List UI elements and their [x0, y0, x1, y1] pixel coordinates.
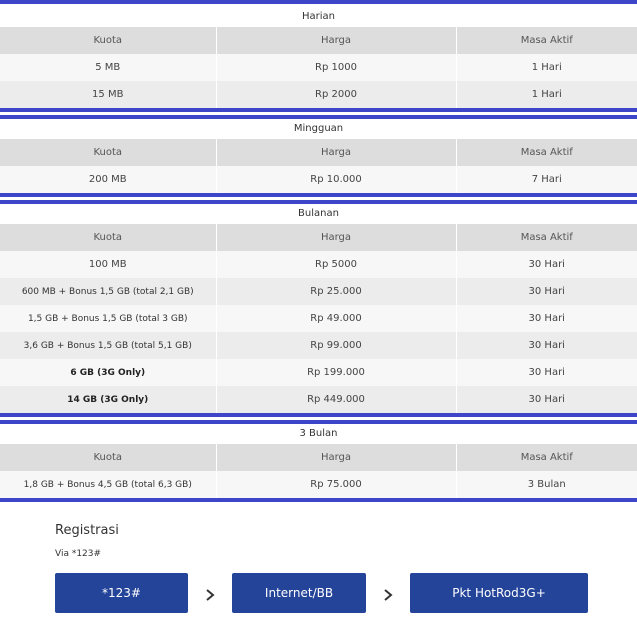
chevron-right-icon: [206, 589, 215, 601]
table-header-row: Kuota Harga Masa Aktif: [0, 139, 637, 166]
cell-harga: Rp 49.000: [216, 305, 457, 332]
table-header-row: Kuota Harga Masa Aktif: [0, 27, 637, 54]
column-header-kuota: Kuota: [0, 444, 217, 471]
section-harian: Harian Kuota Harga Masa Aktif 5 MB Rp 10…: [0, 0, 637, 108]
table-row: 600 MB + Bonus 1,5 GB (total 2,1 GB) Rp …: [0, 278, 637, 305]
cell-masa-aktif: 30 Hari: [456, 305, 637, 332]
cell-harga: Rp 1000: [216, 54, 457, 81]
cell-kuota: 100 MB: [0, 251, 217, 278]
cell-harga: Rp 75.000: [216, 471, 457, 498]
table-row: 3,6 GB + Bonus 1,5 GB (total 5,1 GB) Rp …: [0, 332, 637, 359]
section-title: Bulanan: [0, 204, 637, 224]
column-header-harga: Harga: [216, 224, 457, 251]
divider-bar: [0, 498, 637, 502]
cell-masa-aktif: 30 Hari: [456, 386, 637, 413]
cell-kuota: 5 MB: [0, 54, 217, 81]
table-row: 200 MB Rp 10.000 7 Hari: [0, 166, 637, 193]
column-header-masa-aktif: Masa Aktif: [456, 27, 637, 54]
cell-harga: Rp 25.000: [216, 278, 457, 305]
cell-kuota: 3,6 GB + Bonus 1,5 GB (total 5,1 GB): [0, 332, 217, 359]
section-3-bulan: 3 Bulan Kuota Harga Masa Aktif 1,8 GB + …: [0, 413, 637, 502]
section-title: 3 Bulan: [0, 424, 637, 444]
table-row: 15 MB Rp 2000 1 Hari: [0, 81, 637, 108]
cell-harga: Rp 10.000: [216, 166, 457, 193]
step-button-internet-bb[interactable]: Internet/BB: [232, 573, 366, 613]
table-row: 14 GB (3G Only) Rp 449.000 30 Hari: [0, 386, 637, 413]
column-header-masa-aktif: Masa Aktif: [456, 444, 637, 471]
cell-masa-aktif: 30 Hari: [456, 332, 637, 359]
section-title: Harian: [0, 7, 637, 27]
column-header-harga: Harga: [216, 27, 457, 54]
cell-kuota: 1,8 GB + Bonus 4,5 GB (total 6,3 GB): [0, 471, 217, 498]
cell-kuota: 200 MB: [0, 166, 217, 193]
cell-harga: Rp 5000: [216, 251, 457, 278]
cell-harga: Rp 99.000: [216, 332, 457, 359]
cell-masa-aktif: 1 Hari: [456, 54, 637, 81]
step-button-pkt-hotrod[interactable]: Pkt HotRod3G+: [410, 573, 588, 613]
column-header-kuota: Kuota: [0, 139, 217, 166]
section-bulanan: Bulanan Kuota Harga Masa Aktif 100 MB Rp…: [0, 193, 637, 413]
table-row: 6 GB (3G Only) Rp 199.000 30 Hari: [0, 359, 637, 386]
cell-harga: Rp 199.000: [216, 359, 457, 386]
chevron-right-icon: [384, 589, 393, 601]
column-header-masa-aktif: Masa Aktif: [456, 139, 637, 166]
price-table: Kuota Harga Masa Aktif 200 MB Rp 10.000 …: [0, 139, 637, 193]
section-title: Mingguan: [0, 119, 637, 139]
price-table: Kuota Harga Masa Aktif 1,8 GB + Bonus 4,…: [0, 444, 637, 498]
table-row: 1,5 GB + Bonus 1,5 GB (total 3 GB) Rp 49…: [0, 305, 637, 332]
registration-panel: Registrasi Via *123# *123# Internet/BB P…: [0, 513, 637, 619]
table-row: 1,8 GB + Bonus 4,5 GB (total 6,3 GB) Rp …: [0, 471, 637, 498]
price-table: Kuota Harga Masa Aktif 100 MB Rp 5000 30…: [0, 224, 637, 413]
column-header-kuota: Kuota: [0, 224, 217, 251]
registration-via: Via *123#: [55, 549, 102, 559]
cell-harga: Rp 2000: [216, 81, 457, 108]
column-header-harga: Harga: [216, 444, 457, 471]
price-table: Kuota Harga Masa Aktif 5 MB Rp 1000 1 Ha…: [0, 27, 637, 108]
cell-masa-aktif: 1 Hari: [456, 81, 637, 108]
table-header-row: Kuota Harga Masa Aktif: [0, 224, 637, 251]
column-header-harga: Harga: [216, 139, 457, 166]
cell-kuota: 1,5 GB + Bonus 1,5 GB (total 3 GB): [0, 305, 217, 332]
table-row: 5 MB Rp 1000 1 Hari: [0, 54, 637, 81]
cell-masa-aktif: 30 Hari: [456, 251, 637, 278]
cell-kuota: 15 MB: [0, 81, 217, 108]
column-header-kuota: Kuota: [0, 27, 217, 54]
cell-kuota: 6 GB (3G Only): [0, 359, 217, 386]
registration-title: Registrasi: [55, 523, 119, 538]
step-button-ussd[interactable]: *123#: [55, 573, 188, 613]
table-row: 100 MB Rp 5000 30 Hari: [0, 251, 637, 278]
cell-kuota: 14 GB (3G Only): [0, 386, 217, 413]
cell-masa-aktif: 3 Bulan: [456, 471, 637, 498]
cell-masa-aktif: 30 Hari: [456, 359, 637, 386]
table-header-row: Kuota Harga Masa Aktif: [0, 444, 637, 471]
section-mingguan: Mingguan Kuota Harga Masa Aktif 200 MB R…: [0, 108, 637, 193]
cell-masa-aktif: 30 Hari: [456, 278, 637, 305]
cell-harga: Rp 449.000: [216, 386, 457, 413]
cell-masa-aktif: 7 Hari: [456, 166, 637, 193]
column-header-masa-aktif: Masa Aktif: [456, 224, 637, 251]
cell-kuota: 600 MB + Bonus 1,5 GB (total 2,1 GB): [0, 278, 217, 305]
